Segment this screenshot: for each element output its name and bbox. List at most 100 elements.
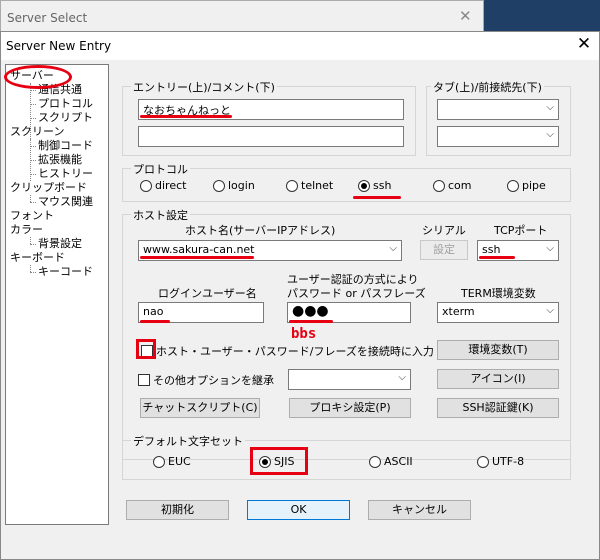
tree-connector	[30, 104, 36, 105]
annotation-box	[136, 339, 156, 359]
protocol-radio-telnet[interactable]: telnet	[286, 179, 333, 192]
radio-circle	[140, 179, 152, 192]
tree-item-keyboard[interactable]: キーボード	[10, 251, 65, 265]
tree-connector	[30, 202, 36, 203]
entry-comment-input[interactable]	[138, 126, 404, 147]
radio-label: EUC	[168, 455, 191, 468]
entry-label: エントリー(上)/コメント(下)	[131, 79, 277, 95]
close-icon[interactable]: ✕	[459, 7, 472, 25]
radio-circle	[477, 455, 489, 468]
remember-input-checkbox[interactable]: ホスト・ユーザー・パスワード/フレーズを接続時に入力	[141, 343, 434, 359]
tree-item-label: キーコード	[38, 265, 93, 278]
radio-label: pipe	[522, 179, 546, 192]
radio-label: telnet	[301, 179, 334, 192]
tree-item-control-code[interactable]: 制御コード	[38, 139, 93, 153]
close-icon[interactable]: ✕	[573, 34, 595, 54]
chat-script-button[interactable]: チャットスクリプト(C)	[140, 398, 260, 418]
password-annotation: bbs	[291, 326, 317, 342]
tree-item-font[interactable]: フォント	[10, 209, 54, 223]
proxy-settings-button[interactable]: プロキシ設定(P)	[289, 398, 411, 418]
initialize-button[interactable]: 初期化	[126, 500, 229, 520]
tree-connector	[30, 118, 36, 119]
annotation-ellipse	[4, 65, 72, 89]
host-name-value: www.sakura-can.net	[143, 243, 255, 256]
tree-item-label: カラー	[10, 223, 43, 236]
host-settings-label: ホスト設定	[131, 207, 190, 223]
dialog-title: Server New Entry	[6, 39, 112, 53]
tree-item-keycode[interactable]: キーコード	[38, 265, 93, 279]
protocol-radio-login[interactable]: login	[213, 179, 255, 192]
tree-connector	[30, 160, 36, 161]
tree-item-history[interactable]: ヒストリー	[38, 167, 93, 181]
tree-connector	[30, 174, 36, 175]
tree-connector	[30, 90, 36, 91]
tree-connector	[30, 195, 31, 202]
tree-connector	[30, 146, 36, 147]
radio-label: com	[448, 179, 472, 192]
icon-button[interactable]: アイコン(I)	[437, 369, 559, 389]
tree-connector	[30, 237, 31, 244]
term-select[interactable]: xterm ⌵	[437, 302, 559, 323]
tree-item-extension[interactable]: 拡張機能	[38, 153, 82, 167]
tree-item-label: ヒストリー	[38, 167, 93, 180]
tree-item-label: クリップボード	[10, 181, 87, 194]
annotation-underline	[353, 196, 401, 199]
chevron-down-icon: ⌵	[389, 243, 397, 254]
annotation-underline	[140, 320, 170, 323]
term-label: TERM環境変数	[461, 287, 536, 300]
env-vars-button[interactable]: 環境変数(T)	[437, 340, 559, 360]
tree-connector	[30, 265, 31, 272]
radio-label: direct	[155, 179, 187, 192]
term-value: xterm	[442, 305, 475, 318]
tree-item-label: スクリーン	[10, 125, 65, 138]
protocol-radio-direct[interactable]: direct	[140, 179, 186, 192]
tree-item-color[interactable]: カラー	[10, 223, 43, 237]
chevron-down-icon: ⌵	[546, 305, 554, 316]
previous-host-select[interactable]: ⌵	[437, 126, 559, 147]
tree-item-background[interactable]: 背景設定	[38, 237, 82, 251]
charset-radio-euc[interactable]: EUC	[153, 455, 191, 468]
chevron-down-icon: ⌵	[546, 243, 554, 254]
tree-item-label: キーボード	[10, 251, 65, 264]
protocol-label: プロトコル	[131, 161, 190, 177]
charset-label: デフォルト文字セット	[131, 433, 245, 449]
radio-label: login	[228, 179, 255, 192]
tree-item-mouse[interactable]: マウス関連	[38, 195, 93, 209]
tag-label: タブ(上)/前接続先(下)	[431, 79, 544, 95]
inherit-options-checkbox[interactable]: その他オプションを継承	[138, 372, 274, 388]
charset-radio-utf8[interactable]: UTF-8	[477, 455, 524, 468]
protocol-radio-ssh[interactable]: ssh	[358, 179, 391, 192]
radio-label: ssh	[373, 179, 392, 192]
settings-tree: サーバー 通信共通 プロトコル スクリプト スクリーン 制御コード 拡張機能 ヒ…	[5, 64, 109, 525]
radio-circle	[153, 455, 165, 468]
tree-item-label: スクリプト	[38, 111, 93, 124]
tree-item-label: 制御コード	[38, 139, 93, 152]
tag-select[interactable]: ⌵	[437, 99, 559, 120]
radio-label: ASCII	[384, 455, 413, 468]
auth-label-line2: パスワード or パスフレーズ	[287, 287, 426, 300]
tcp-port-value: ssh	[482, 243, 501, 256]
tree-item-label: プロトコル	[38, 97, 93, 110]
inherit-source-select[interactable]: ⌵	[288, 369, 411, 390]
ok-button[interactable]: OK	[247, 500, 350, 520]
ssh-auth-key-button[interactable]: SSH認証鍵(K)	[437, 398, 559, 418]
cancel-button[interactable]: キャンセル	[368, 500, 471, 520]
protocol-radio-pipe[interactable]: pipe	[507, 179, 546, 192]
radio-circle	[433, 179, 445, 192]
charset-radio-ascii[interactable]: ASCII	[369, 455, 413, 468]
radio-circle	[213, 179, 225, 192]
tree-item-clipboard[interactable]: クリップボード	[10, 181, 87, 195]
annotation-underline	[140, 115, 232, 118]
tree-item-screen[interactable]: スクリーン	[10, 125, 64, 139]
radio-circle	[286, 179, 298, 192]
titlebar: Server New Entry ✕	[1, 32, 599, 60]
tcp-port-label: TCPポート	[494, 224, 548, 237]
chevron-down-icon: ⌵	[398, 372, 406, 383]
radio-circle	[358, 179, 370, 192]
serial-settings-button[interactable]: 設定	[420, 240, 468, 260]
server-select-title: Server Select	[7, 11, 88, 25]
tree-item-protocol[interactable]: プロトコル	[38, 97, 93, 111]
radio-label: UTF-8	[492, 455, 525, 468]
tree-item-script[interactable]: スクリプト	[38, 111, 93, 125]
protocol-radio-com[interactable]: com	[433, 179, 472, 192]
